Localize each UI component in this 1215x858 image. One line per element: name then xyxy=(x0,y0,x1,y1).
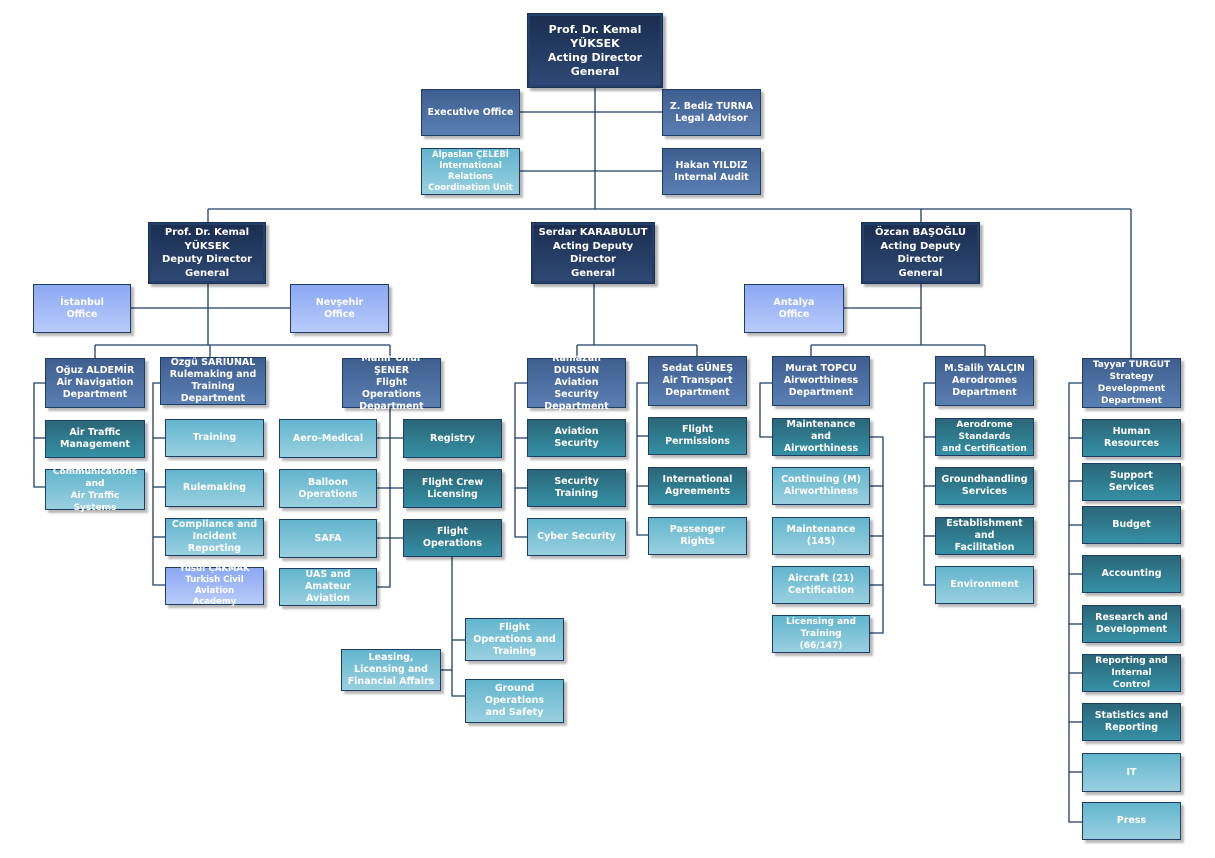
maintenance-airworthiness-box[interactable]: Maintenance and Airworthiness xyxy=(772,418,870,456)
balloon-operations-box[interactable]: Balloon Operations xyxy=(279,469,377,508)
continuing-airworthiness-box[interactable]: Continuing (M) Airworthiness xyxy=(772,467,870,505)
rulemaking-training-department-box[interactable]: Özgü SARIÜNAL Rulemaking and Training De… xyxy=(160,357,266,405)
registry-box[interactable]: Registry xyxy=(403,419,502,458)
air-navigation-department-box[interactable]: Oğuz ALDEMİR Air Navigation Department xyxy=(45,358,145,408)
executive-office-box[interactable]: Executive Office xyxy=(421,89,520,136)
security-training-box[interactable]: Security Training xyxy=(527,469,626,507)
flight-permissions-box[interactable]: Flight Permissions xyxy=(648,417,747,455)
establishment-facilitation-box[interactable]: Establishment and Facilitation xyxy=(935,517,1034,555)
nevsehir-office-box[interactable]: Nevşehir Office xyxy=(290,284,389,333)
flight-crew-licensing-box[interactable]: Flight Crew Licensing xyxy=(403,469,502,508)
support-services-box[interactable]: Support Services xyxy=(1082,463,1181,501)
deputy-director-general-2-box[interactable]: Serdar KARABULUT Acting Deputy Director … xyxy=(531,222,655,284)
org-chart: Prof. Dr. Kemal YÜKSEK Acting Director G… xyxy=(0,0,1215,858)
airworthiness-department-box[interactable]: Murat TOPCU Airworthiness Department xyxy=(772,356,870,406)
internal-audit-box[interactable]: Hakan YILDIZ Internal Audit xyxy=(662,148,761,195)
air-transport-department-box[interactable]: Sedat GÜNEŞ Air Transport Department xyxy=(648,356,747,406)
flight-operations-box[interactable]: Flight Operations xyxy=(403,519,502,557)
connector xyxy=(1068,382,1082,823)
passenger-rights-box[interactable]: Passenger Rights xyxy=(648,517,747,555)
budget-box[interactable]: Budget xyxy=(1082,506,1181,544)
air-traffic-management-box[interactable]: Air Traffic Management xyxy=(45,420,145,458)
communications-air-traffic-systems-box[interactable]: Communications and Air Traffic Systems xyxy=(45,467,145,513)
aerodromes-department-box[interactable]: M.Salih YALÇIN Aerodromes Department xyxy=(935,356,1034,406)
aero-medical-box[interactable]: Aero-Medical xyxy=(279,419,377,458)
reporting-internal-control-box[interactable]: Reporting and Internal Control xyxy=(1082,654,1181,692)
international-relations-box[interactable]: Alpaslan ÇELEBİ International Relations … xyxy=(421,148,520,195)
ground-operations-safety-box[interactable]: Ground Operations and Safety xyxy=(465,679,564,723)
aircraft-21-certification-box[interactable]: Aircraft (21) Certification xyxy=(772,566,870,604)
connector xyxy=(870,436,884,634)
connector xyxy=(377,408,391,588)
antalya-office-box[interactable]: Antalya Office xyxy=(744,284,844,333)
accounting-box[interactable]: Accounting xyxy=(1082,555,1181,593)
press-box[interactable]: Press xyxy=(1082,802,1181,840)
it-box[interactable]: IT xyxy=(1082,753,1181,792)
connector xyxy=(152,382,165,586)
statistics-reporting-box[interactable]: Statistics and Reporting xyxy=(1082,703,1181,741)
aviation-security-department-box[interactable]: Ramazan DURSUN Aviation Security Departm… xyxy=(527,353,626,412)
flight-operations-training-box[interactable]: Flight Operations and Training xyxy=(465,618,564,661)
connector xyxy=(451,557,465,697)
flight-operations-department-box[interactable]: Mahir Onur ŞENER Flight Operations Depar… xyxy=(342,353,441,412)
connector xyxy=(636,382,648,536)
cyber-security-box[interactable]: Cyber Security xyxy=(527,518,626,556)
leasing-licensing-financial-box[interactable]: Leasing, Licensing and Financial Affairs xyxy=(341,649,441,691)
human-resources-box[interactable]: Human Resources xyxy=(1082,419,1181,457)
uas-amateur-aviation-box[interactable]: UAS and Amateur Aviation xyxy=(279,568,377,606)
istanbul-office-box[interactable]: İstanbul Office xyxy=(33,284,131,333)
legal-advisor-box[interactable]: Z. Bediz TURNA Legal Advisor xyxy=(662,89,761,136)
rulemaking-box[interactable]: Rulemaking xyxy=(165,469,264,507)
compliance-incident-reporting-box[interactable]: Compliance and Incident Reporting xyxy=(165,518,264,556)
aviation-security-box[interactable]: Aviation Security xyxy=(527,419,626,457)
international-agreements-box[interactable]: International Agreements xyxy=(648,467,747,505)
licensing-training-66-147-box[interactable]: Licensing and Training (66/147) xyxy=(772,615,870,653)
maintenance-145-box[interactable]: Maintenance (145) xyxy=(772,517,870,555)
aerodrome-standards-box[interactable]: Aerodrome Standards and Certification xyxy=(935,418,1034,456)
research-development-box[interactable]: Research and Development xyxy=(1082,605,1181,643)
civil-aviation-academy-box[interactable]: Yusuf ÇAKMAK Turkish Civil Aviation Acad… xyxy=(165,564,264,607)
training-box[interactable]: Training xyxy=(165,419,264,457)
director-general-box[interactable]: Prof. Dr. Kemal YÜKSEK Acting Director G… xyxy=(527,13,663,88)
connector xyxy=(923,382,935,586)
connector xyxy=(514,382,527,538)
connector xyxy=(33,382,45,488)
environment-box[interactable]: Environment xyxy=(935,566,1034,604)
deputy-director-general-3-box[interactable]: Özcan BAŞOĞLU Acting Deputy Director Gen… xyxy=(861,222,980,284)
strategy-development-department-box[interactable]: Tayyar TURGUT Strategy Development Depar… xyxy=(1082,358,1181,408)
connector xyxy=(759,382,772,438)
deputy-director-general-1-box[interactable]: Prof. Dr. Kemal YÜKSEK Deputy Director G… xyxy=(148,222,266,284)
groundhandling-services-box[interactable]: Groundhandling Services xyxy=(935,467,1034,505)
safa-box[interactable]: SAFA xyxy=(279,519,377,558)
